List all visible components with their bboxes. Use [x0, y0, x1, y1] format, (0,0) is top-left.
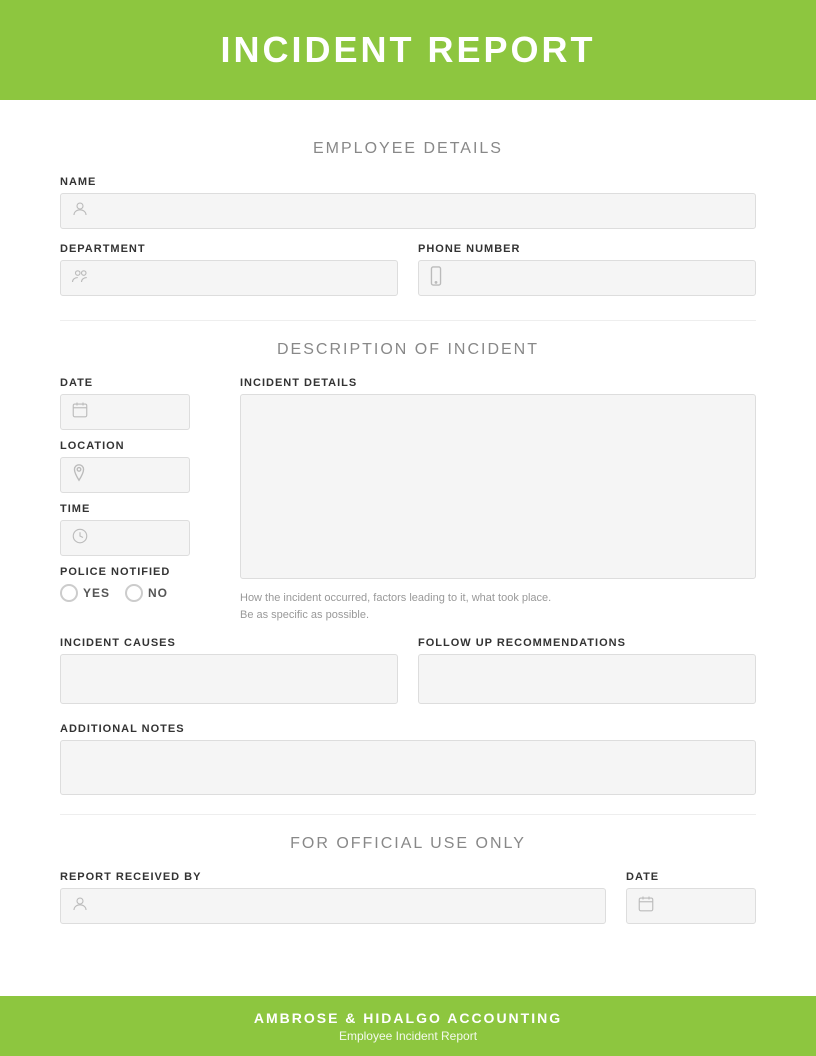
yes-radio-circle — [60, 584, 78, 602]
main-content: EMPLOYEE DETAILS NAME DEPARTMENT — [0, 100, 816, 996]
department-label: DEPARTMENT — [60, 243, 398, 255]
no-radio-circle — [125, 584, 143, 602]
police-notified-field-group: POLICE NOTIFIED YES NO — [60, 566, 220, 602]
name-input[interactable] — [60, 193, 756, 229]
additional-notes-textarea[interactable] — [60, 740, 756, 795]
department-input[interactable] — [60, 260, 398, 296]
location-field-group: LOCATION — [60, 440, 220, 493]
employee-details-section: EMPLOYEE DETAILS NAME DEPARTMENT — [60, 140, 756, 310]
department-icon — [71, 267, 89, 290]
official-date-label: DATE — [626, 871, 756, 883]
name-field-group: NAME — [60, 176, 756, 229]
time-label: TIME — [60, 503, 220, 515]
time-input[interactable] — [60, 520, 190, 556]
footer: AMBROSE & HIDALGO ACCOUNTING Employee In… — [0, 996, 816, 1056]
yes-label: YES — [83, 586, 110, 600]
page-title: INCIDENT REPORT — [220, 29, 595, 71]
report-received-label: REPORT RECEIVED BY — [60, 871, 606, 883]
phone-input[interactable] — [418, 260, 756, 296]
incident-right-column: INCIDENT DETAILS How the incident occurr… — [240, 377, 756, 623]
incident-details-textarea[interactable] — [240, 394, 756, 579]
location-input[interactable] — [60, 457, 190, 493]
incident-section: DESCRIPTION OF INCIDENT DATE — [60, 341, 756, 800]
followup-label: FOLLOW UP RECOMMENDATIONS — [418, 637, 756, 649]
additional-notes-label: ADDITIONAL NOTES — [60, 723, 756, 735]
additional-notes-field-group: ADDITIONAL NOTES — [60, 723, 756, 800]
incident-hint: How the incident occurred, factors leadi… — [240, 590, 756, 623]
report-received-input[interactable] — [60, 888, 606, 924]
incident-hint-line2: Be as specific as possible. — [240, 609, 369, 621]
header: INCIDENT REPORT — [0, 0, 816, 100]
phone-field-group: PHONE NUMBER — [418, 243, 756, 296]
location-icon — [71, 463, 87, 488]
date-label: DATE — [60, 377, 220, 389]
causes-followup-row: INCIDENT CAUSES FOLLOW UP RECOMMENDATION… — [60, 637, 756, 723]
incident-causes-textarea[interactable] — [60, 654, 398, 704]
incident-details-label: INCIDENT DETAILS — [240, 377, 756, 389]
time-icon — [71, 527, 89, 550]
date-field-group: DATE — [60, 377, 220, 430]
no-label: NO — [148, 586, 168, 600]
divider-1 — [60, 320, 756, 321]
incident-layout: DATE — [60, 377, 756, 623]
incident-causes-field-group: INCIDENT CAUSES — [60, 637, 398, 709]
name-label: NAME — [60, 176, 756, 188]
official-section-title: FOR OFFICIAL USE ONLY — [60, 835, 756, 853]
phone-label: PHONE NUMBER — [418, 243, 756, 255]
official-section: FOR OFFICIAL USE ONLY REPORT RECEIVED BY — [60, 835, 756, 938]
incident-left-column: DATE — [60, 377, 220, 623]
official-calendar-icon — [637, 895, 655, 918]
person-icon — [71, 200, 89, 223]
footer-subtitle: Employee Incident Report — [339, 1029, 477, 1043]
report-received-field-group: REPORT RECEIVED BY — [60, 871, 606, 924]
police-label: POLICE NOTIFIED — [60, 566, 220, 578]
date-input[interactable] — [60, 394, 190, 430]
yes-radio-item[interactable]: YES — [60, 584, 110, 602]
time-field-group: TIME — [60, 503, 220, 556]
followup-field-group: FOLLOW UP RECOMMENDATIONS — [418, 637, 756, 709]
official-date-input[interactable] — [626, 888, 756, 924]
incident-section-title: DESCRIPTION OF INCIDENT — [60, 341, 756, 359]
followup-textarea[interactable] — [418, 654, 756, 704]
location-label: LOCATION — [60, 440, 220, 452]
department-field-group: DEPARTMENT — [60, 243, 398, 296]
employee-section-title: EMPLOYEE DETAILS — [60, 140, 756, 158]
page: INCIDENT REPORT EMPLOYEE DETAILS NAME — [0, 0, 816, 1056]
official-row: REPORT RECEIVED BY DATE — [60, 871, 756, 938]
person-received-icon — [71, 895, 89, 918]
no-radio-item[interactable]: NO — [125, 584, 168, 602]
footer-company: AMBROSE & HIDALGO ACCOUNTING — [254, 1010, 562, 1026]
phone-icon — [429, 266, 443, 291]
incident-hint-line1: How the incident occurred, factors leadi… — [240, 592, 551, 604]
police-radio-group: YES NO — [60, 584, 220, 602]
dept-phone-row: DEPARTMENT PHONE NUMBER — [60, 243, 756, 310]
calendar-icon — [71, 401, 89, 424]
official-date-field-group: DATE — [626, 871, 756, 924]
divider-2 — [60, 814, 756, 815]
incident-causes-label: INCIDENT CAUSES — [60, 637, 398, 649]
